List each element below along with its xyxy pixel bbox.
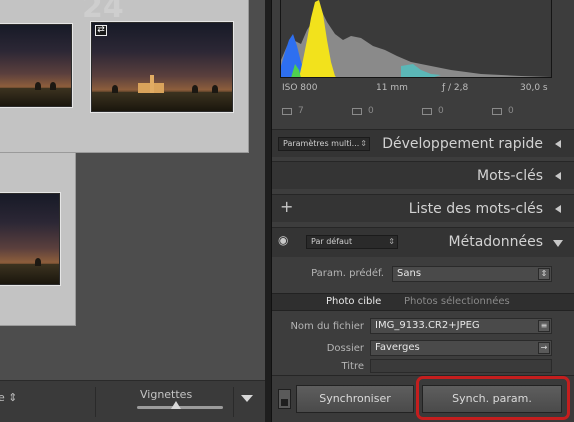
sort-direction-toggle[interactable]: e ⇕ xyxy=(0,391,17,404)
iso-value: ISO 800 xyxy=(282,83,318,93)
spot-removal-icon[interactable] xyxy=(352,108,362,115)
highlight-annotation xyxy=(416,376,570,420)
divider xyxy=(233,387,234,417)
auto-sync-toggle[interactable] xyxy=(278,389,291,409)
panel-header-metadata[interactable]: ◉ Par défaut ⇕ Métadonnées xyxy=(272,227,574,257)
crop-count: 7 xyxy=(298,106,304,116)
folder-label: Dossier xyxy=(326,343,364,354)
metadata-preset-field[interactable]: Sans xyxy=(392,266,552,282)
tool-value: 0 xyxy=(368,106,374,116)
sync-bar: Synchroniser Synch. param. xyxy=(272,375,574,422)
redeye-icon[interactable] xyxy=(422,108,432,115)
saved-preset-select[interactable]: Paramètres multi... ⇕ xyxy=(278,137,370,151)
right-panel: ISO 800 11 mm ƒ / 2,8 30,0 s 7 0 0 0 Par… xyxy=(271,0,574,422)
grid-cell[interactable] xyxy=(0,0,78,153)
panel-header-quick-develop[interactable]: Paramètres multi... ⇕ Développement rapi… xyxy=(272,129,574,157)
expand-chevron-down-icon[interactable] xyxy=(553,240,563,247)
virtual-copy-badge-icon: ⇄ xyxy=(95,25,107,36)
tab-target-photo[interactable]: Photo cible xyxy=(326,296,381,307)
histogram-tools: 7 0 0 0 xyxy=(280,104,552,122)
panel-header-keyword-list[interactable]: + Liste des mots-clés xyxy=(272,194,574,222)
select-arrows-icon: ⇕ xyxy=(388,237,395,246)
shutter-speed-value: 30,0 s xyxy=(520,83,548,93)
toolbar-menu-chevron-down-icon[interactable] xyxy=(241,395,253,402)
panel-title: Développement rapide xyxy=(382,136,543,152)
histogram xyxy=(280,0,552,78)
exif-info: ISO 800 11 mm ƒ / 2,8 30,0 s xyxy=(280,78,552,98)
synchronize-button[interactable]: Synchroniser xyxy=(296,385,414,413)
thumbnails-label: Vignettes xyxy=(140,388,193,401)
panel-header-keywording[interactable]: Mots-clés xyxy=(272,161,574,189)
photo-thumbnail[interactable] xyxy=(90,21,234,113)
metadata-preset-select[interactable]: Par défaut ⇕ xyxy=(306,235,398,249)
tool-value: 0 xyxy=(508,106,514,116)
panel-title: Mots-clés xyxy=(477,168,543,184)
thumbnail-size-slider-knob[interactable] xyxy=(170,401,181,409)
arrow-right-icon[interactable]: → xyxy=(538,342,550,354)
select-arrows-icon: ⇕ xyxy=(360,139,367,148)
grid-toolbar: e ⇕ Vignettes xyxy=(0,380,265,422)
grid-cell-empty xyxy=(76,153,265,326)
panel-title: Métadonnées xyxy=(448,234,543,250)
focal-length-value: 11 mm xyxy=(376,83,408,93)
panel-title: Liste des mots-clés xyxy=(408,201,543,217)
collapse-chevron-left-icon[interactable] xyxy=(555,172,561,180)
grid-cell[interactable] xyxy=(0,153,76,326)
metadata-tabs: Photo cible Photos sélectionnées xyxy=(272,293,574,311)
brush-icon[interactable] xyxy=(492,108,502,115)
collapse-chevron-left-icon[interactable] xyxy=(555,205,561,213)
preset-label: Param. prédéf. xyxy=(311,268,384,279)
tool-value: 0 xyxy=(438,106,444,116)
title-label: Titre xyxy=(341,361,364,372)
filename-label: Nom du fichier xyxy=(290,321,364,332)
folder-field[interactable]: Faverges xyxy=(370,340,552,356)
photo-thumbnail[interactable] xyxy=(0,192,61,286)
eye-icon[interactable]: ◉ xyxy=(278,233,288,247)
collapse-chevron-left-icon[interactable] xyxy=(555,140,561,148)
photo-thumbnail[interactable] xyxy=(0,23,73,108)
select-arrows-icon[interactable]: ⇕ xyxy=(538,268,550,280)
title-field[interactable] xyxy=(370,359,552,373)
tab-selected-photos[interactable]: Photos sélectionnées xyxy=(404,296,510,307)
divider xyxy=(95,387,96,417)
filename-field[interactable]: IMG_9133.CR2+JPEG xyxy=(370,318,552,334)
aperture-value: ƒ / 2,8 xyxy=(442,83,469,93)
metadata-body: Param. prédéf. Sans ⇕ Photo cible Photos… xyxy=(272,257,574,375)
crop-icon[interactable] xyxy=(282,108,292,115)
grid-cell-selected[interactable]: 24 ⇄ xyxy=(77,0,249,153)
list-icon[interactable]: ≡ xyxy=(538,320,550,332)
histogram-graph xyxy=(281,0,551,77)
add-keyword-icon[interactable]: + xyxy=(280,197,293,216)
library-grid: 24 ⇄ xyxy=(0,0,265,380)
